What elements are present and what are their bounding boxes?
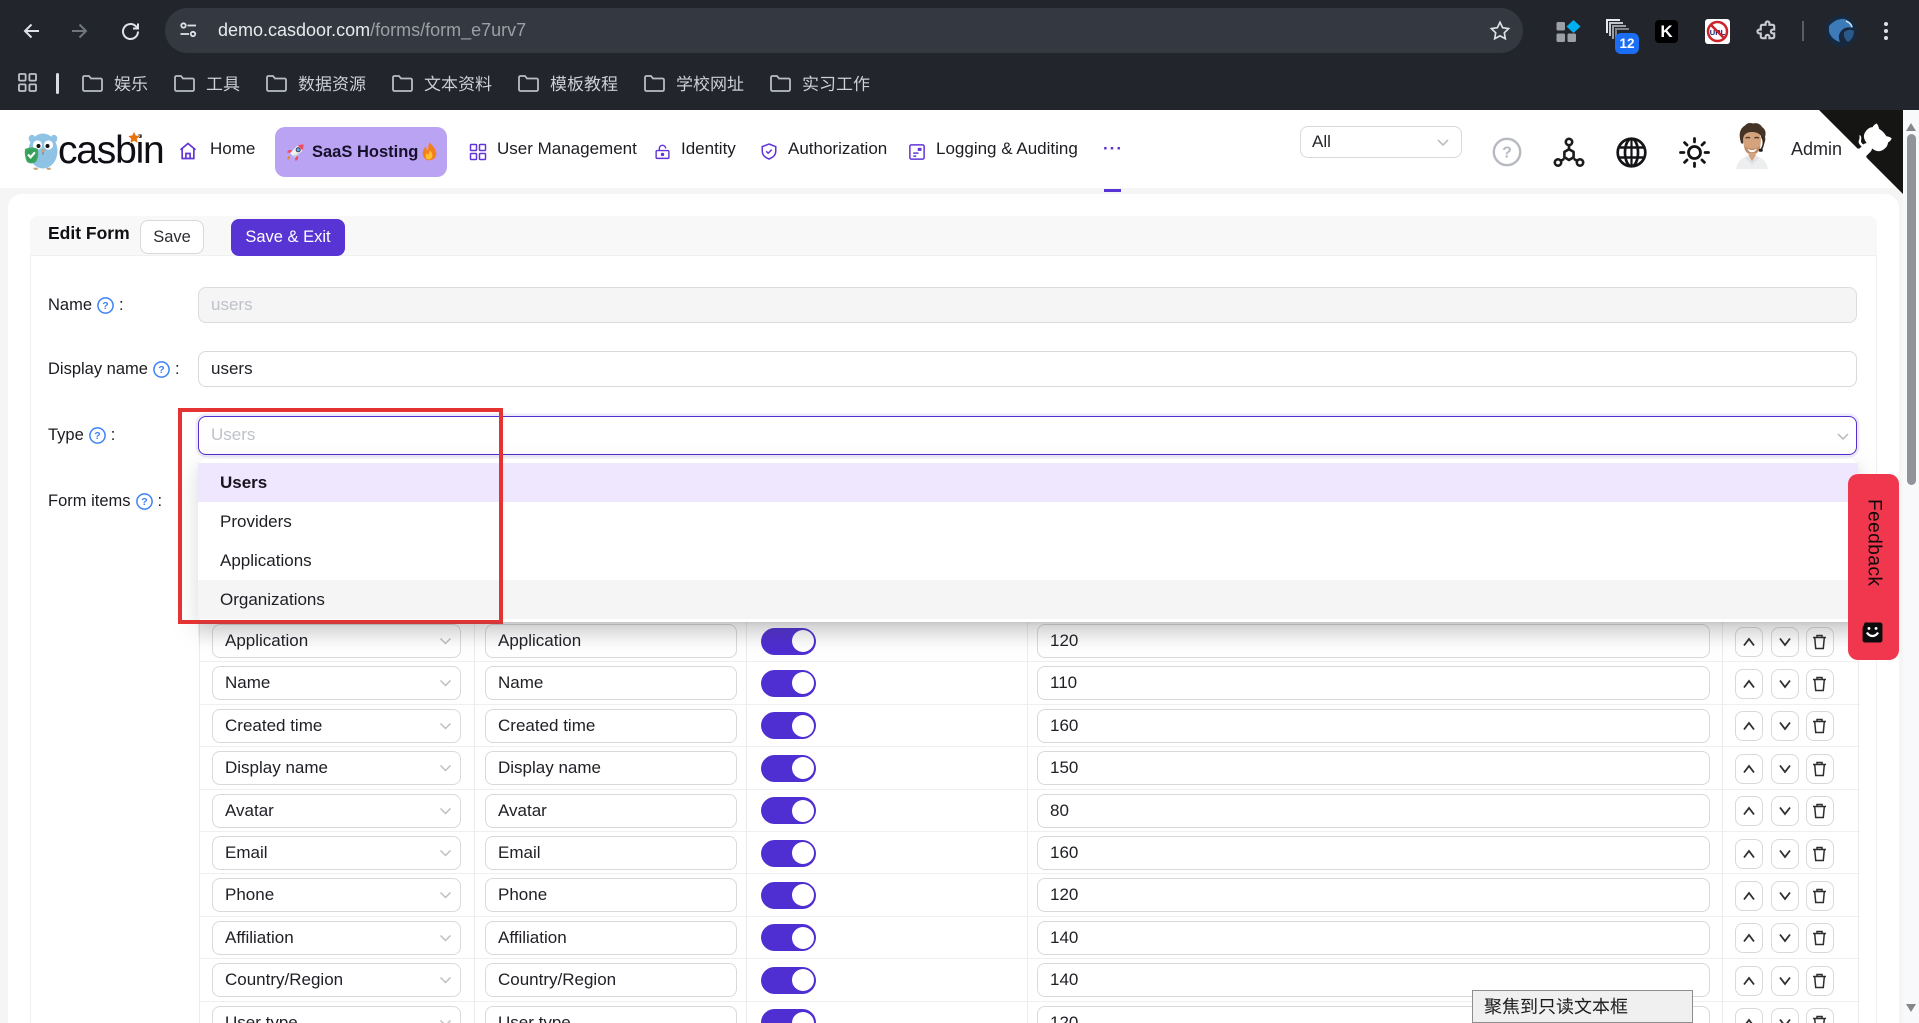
svg-text:?: ? <box>94 430 100 442</box>
svg-text:?: ? <box>1502 145 1512 162</box>
svg-text:?: ? <box>158 364 164 376</box>
svg-text:?: ? <box>102 300 108 312</box>
svg-text:?: ? <box>141 496 147 508</box>
